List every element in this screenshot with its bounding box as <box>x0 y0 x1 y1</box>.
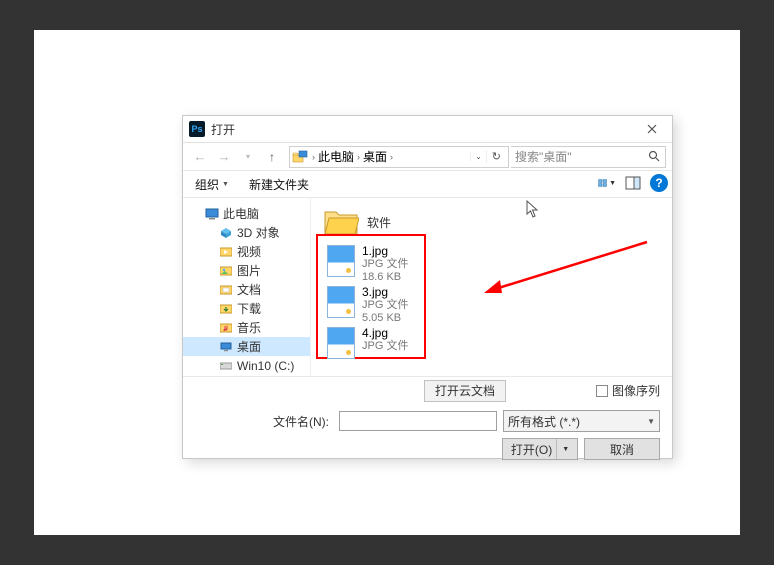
close-button[interactable] <box>632 116 672 142</box>
file-type: JPG 文件 <box>362 258 408 271</box>
image-file-icon <box>327 286 355 318</box>
history-dropdown[interactable]: ▾ <box>237 146 259 168</box>
tree-label: 此电脑 <box>223 205 259 222</box>
titlebar: Ps 打开 <box>183 116 672 142</box>
filename-label: 文件名(N): <box>273 413 329 430</box>
preview-pane-button[interactable] <box>624 174 642 192</box>
image-file-icon <box>327 245 355 277</box>
folder-icon <box>323 206 359 238</box>
tree-label: Win10 (C:) <box>237 359 294 373</box>
dialog-title: 打开 <box>211 121 235 138</box>
organize-button[interactable]: 组织▼ <box>191 174 233 195</box>
tree-desktop[interactable]: 桌面 <box>183 337 310 356</box>
photoshop-icon: Ps <box>189 121 205 137</box>
file-type: JPG 文件 <box>362 299 408 312</box>
tree-downloads[interactable]: 下载 <box>183 299 310 318</box>
buttons-row: 打开(O) ▼ 取消 <box>183 438 672 474</box>
folder-monitor-icon <box>292 150 308 164</box>
downloads-icon <box>219 302 233 316</box>
help-button[interactable]: ? <box>650 174 668 192</box>
tree-label: 文档 <box>237 281 261 298</box>
tree-videos[interactable]: 视频 <box>183 242 310 261</box>
view-mode-button[interactable]: ▼ <box>598 174 616 192</box>
options-row: 打开云文档 图像序列 <box>183 376 672 404</box>
search-input[interactable]: 搜索"桌面" <box>511 146 666 168</box>
file-list[interactable]: 软件 1.jpg JPG 文件 18.6 KB 3.jpg JPG 文件 5.0… <box>311 198 672 376</box>
file-item[interactable]: 3.jpg JPG 文件 5.05 KB <box>317 283 666 324</box>
file-item[interactable]: 1.jpg JPG 文件 18.6 KB <box>317 242 666 283</box>
forward-button[interactable]: → <box>213 146 235 168</box>
address-bar[interactable]: › 此电脑 › 桌面 › ⌄ ↻ <box>289 146 509 168</box>
chevron-down-icon[interactable]: ▼ <box>556 439 569 459</box>
file-item[interactable]: 4.jpg JPG 文件 <box>317 324 666 365</box>
music-icon <box>219 321 233 335</box>
filename-row: 文件名(N): 所有格式 (*.*) ▼ <box>183 404 672 438</box>
refresh-button[interactable]: ↻ <box>486 150 506 163</box>
tree-documents[interactable]: 文档 <box>183 280 310 299</box>
tree-pictures[interactable]: 图片 <box>183 261 310 280</box>
file-type: JPG 文件 <box>362 340 408 353</box>
folder-name: 软件 <box>367 214 391 231</box>
tree-label: 音乐 <box>237 319 261 336</box>
file-name: 4.jpg <box>362 327 408 340</box>
tree-label: 图片 <box>237 262 261 279</box>
tree-label: 下载 <box>237 300 261 317</box>
search-placeholder: 搜索"桌面" <box>515 148 572 165</box>
navbar: ← → ▾ ↑ › 此电脑 › 桌面 › ⌄ ↻ 搜索"桌面" <box>183 142 672 170</box>
breadcrumb-root[interactable]: 此电脑 <box>315 148 357 165</box>
folder-item[interactable]: 软件 <box>317 202 666 242</box>
pc-icon <box>205 207 219 221</box>
file-type-filter[interactable]: 所有格式 (*.*) ▼ <box>503 410 660 432</box>
tree-this-pc[interactable]: 此电脑 <box>183 204 310 223</box>
file-name: 3.jpg <box>362 286 408 299</box>
breadcrumb-folder[interactable]: 桌面 <box>360 148 390 165</box>
nav-tree: 此电脑 3D 对象 视频 图片 文档 下载 <box>183 198 311 376</box>
file-size: 18.6 KB <box>362 271 408 284</box>
cancel-button[interactable]: 取消 <box>584 438 660 460</box>
chevron-down-icon: ▼ <box>647 417 655 426</box>
cube-icon <box>219 226 233 240</box>
tree-music[interactable]: 音乐 <box>183 318 310 337</box>
close-icon <box>647 124 657 134</box>
file-name: 1.jpg <box>362 245 408 258</box>
open-file-dialog: Ps 打开 ← → ▾ ↑ › 此电脑 › 桌面 › ⌄ ↻ 搜索"桌面" <box>182 115 673 459</box>
desktop-icon <box>219 340 233 354</box>
command-bar: 组织▼ 新建文件夹 ▼ ? <box>183 170 672 198</box>
up-button[interactable]: ↑ <box>261 146 283 168</box>
address-dropdown[interactable]: ⌄ <box>470 152 486 161</box>
open-button[interactable]: 打开(O) ▼ <box>502 438 578 460</box>
new-folder-button[interactable]: 新建文件夹 <box>245 174 313 195</box>
pictures-icon <box>219 264 233 278</box>
open-cloud-doc-button[interactable]: 打开云文档 <box>424 380 506 402</box>
tree-label: 视频 <box>237 243 261 260</box>
breadcrumb-sep-icon: › <box>390 152 393 162</box>
drive-icon <box>219 359 233 373</box>
docs-icon <box>219 283 233 297</box>
video-icon <box>219 245 233 259</box>
tree-label: 3D 对象 <box>237 224 280 241</box>
filename-input[interactable] <box>339 411 497 431</box>
search-icon <box>648 150 660 162</box>
tree-3d-objects[interactable]: 3D 对象 <box>183 223 310 242</box>
tree-drive-c[interactable]: Win10 (C:) <box>183 356 310 375</box>
dialog-body: 此电脑 3D 对象 视频 图片 文档 下载 <box>183 198 672 376</box>
checkbox-icon <box>596 385 608 397</box>
tree-label: 桌面 <box>237 338 261 355</box>
image-file-icon <box>327 327 355 359</box>
image-sequence-checkbox[interactable]: 图像序列 <box>596 382 660 399</box>
back-button[interactable]: ← <box>189 146 211 168</box>
file-size: 5.05 KB <box>362 312 408 325</box>
